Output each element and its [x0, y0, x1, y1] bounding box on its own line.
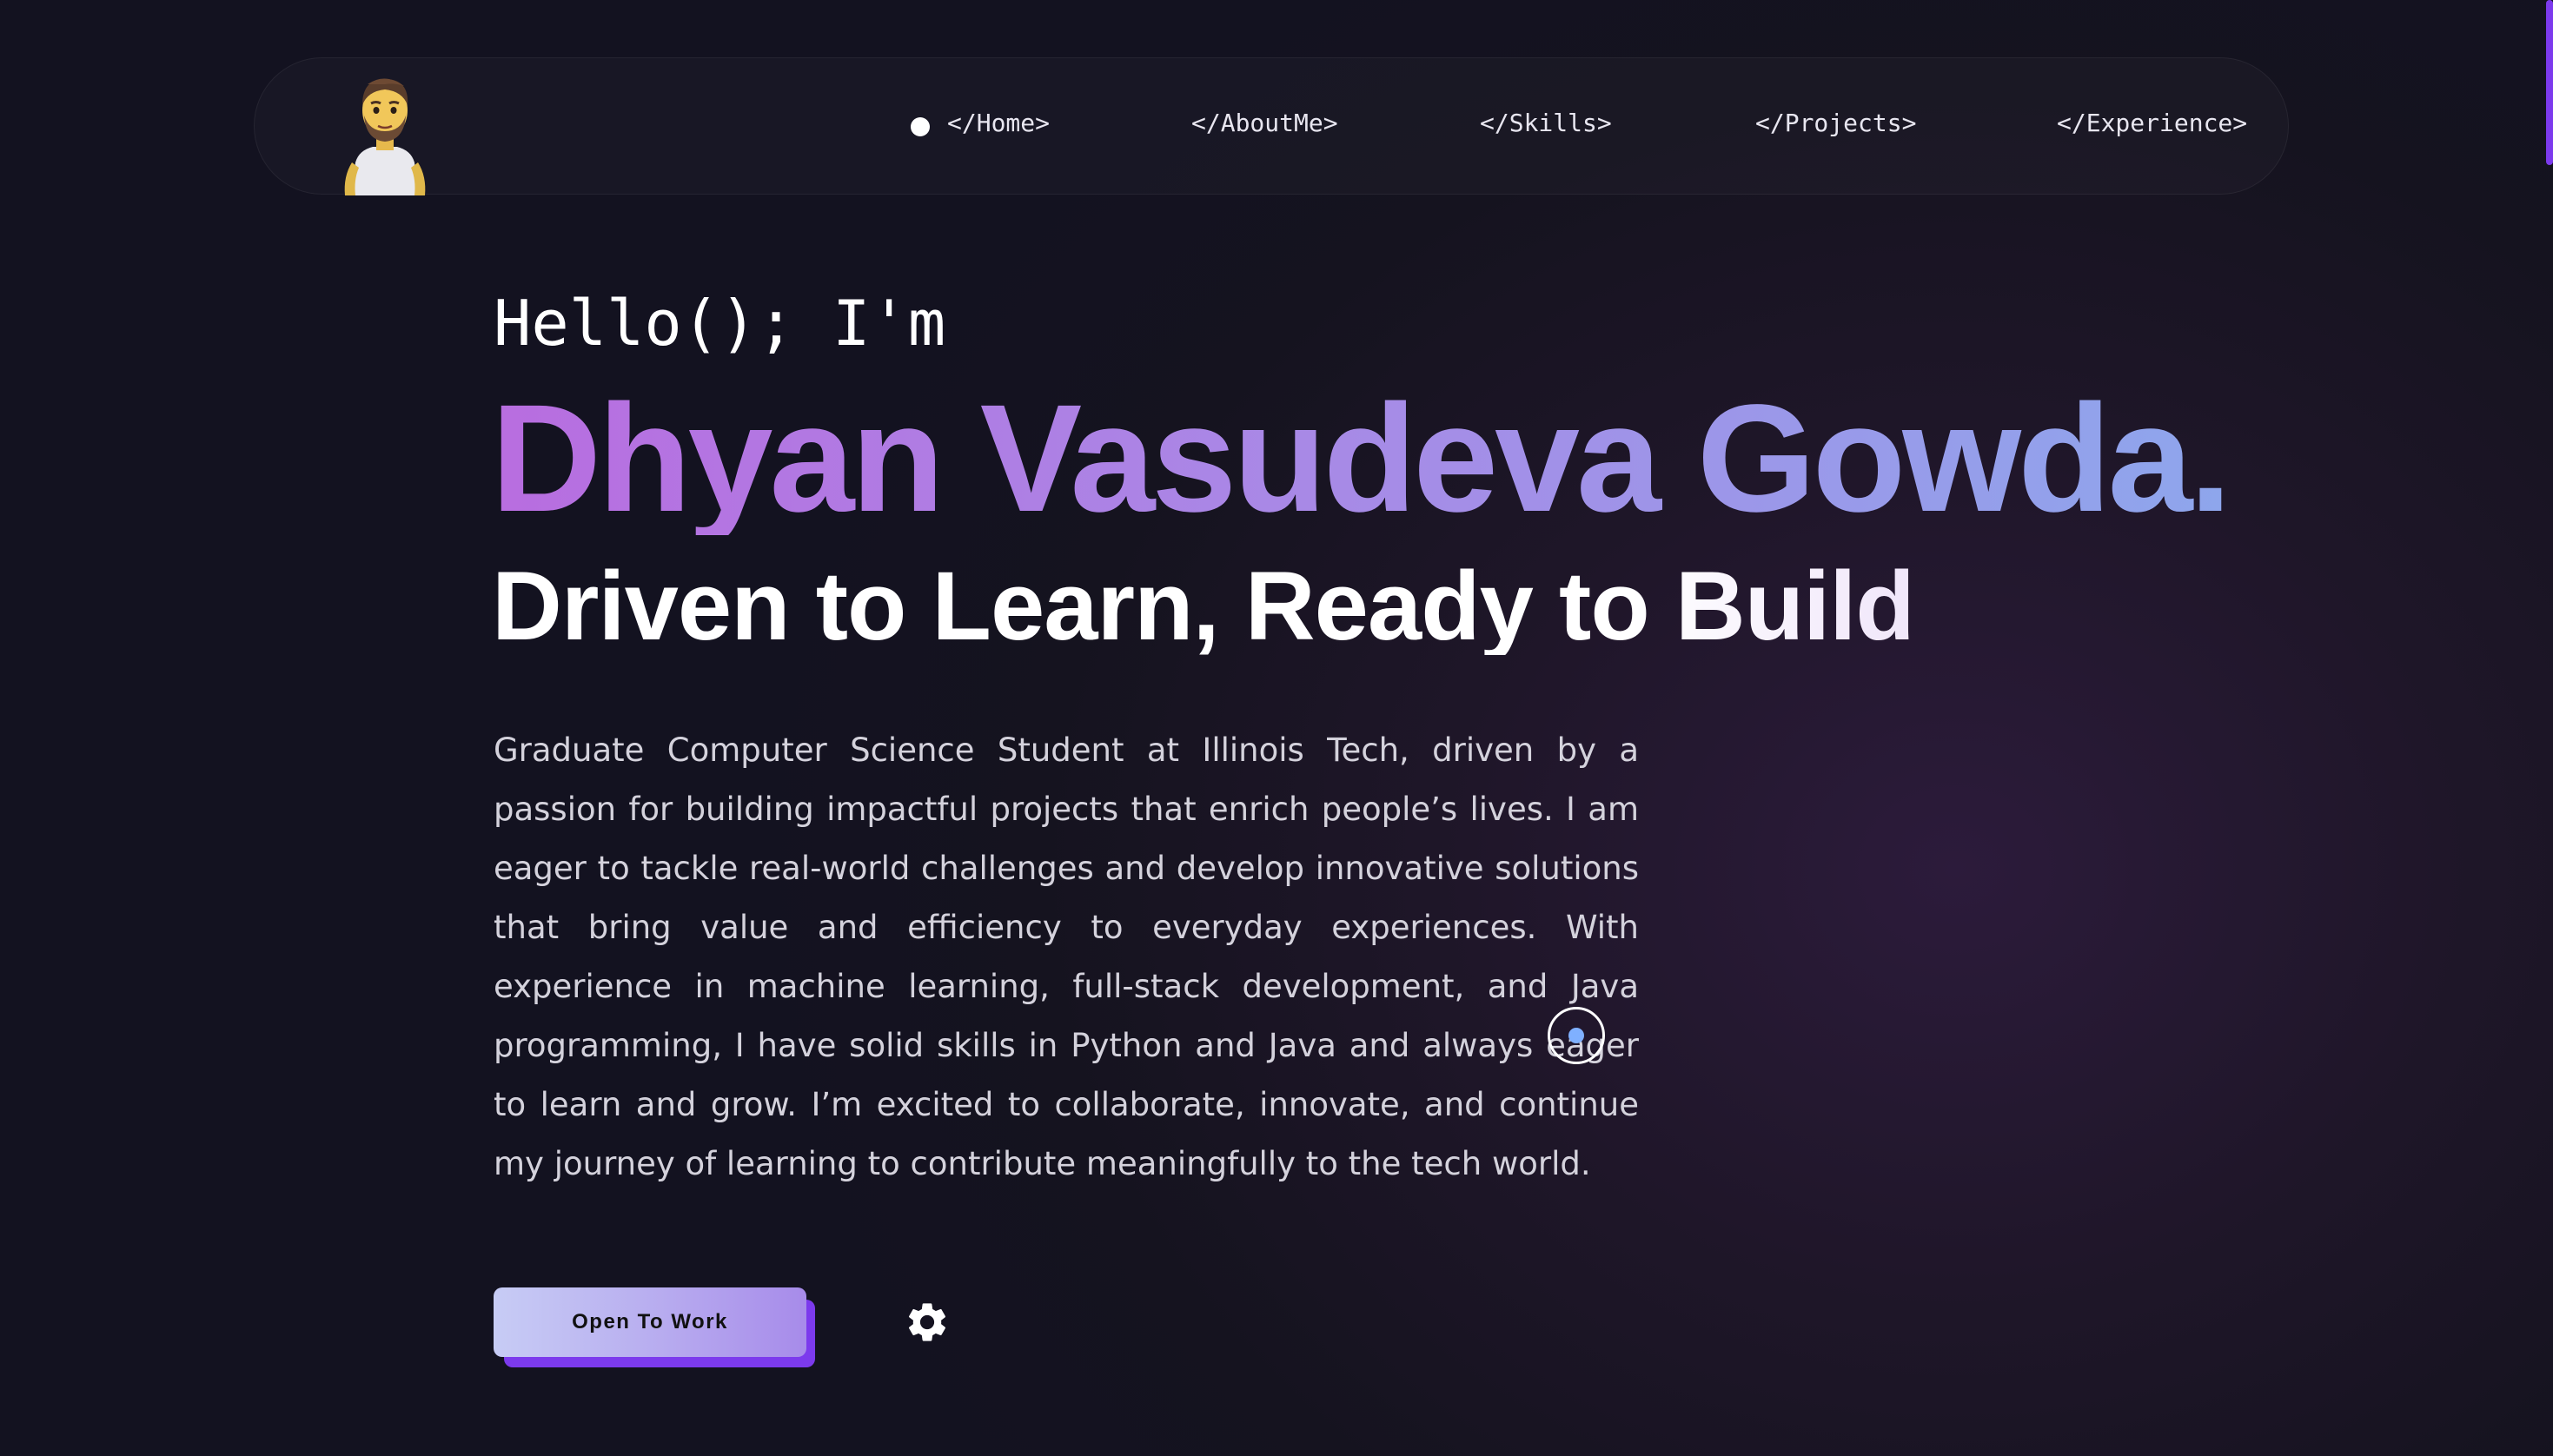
hero-name: Dhyan Vasudeva Gowda. — [491, 374, 2231, 544]
nav-link-aboutme[interactable]: </AboutMe> — [1191, 109, 1338, 137]
active-indicator-dot — [911, 117, 930, 136]
settings-button[interactable] — [904, 1299, 951, 1346]
open-to-work-button[interactable]: Open To Work — [494, 1287, 806, 1357]
open-to-work-button-wrapper: Open To Work — [494, 1287, 817, 1367]
greeting-text: Hello(); I'm — [494, 287, 946, 360]
nav-link-skills[interactable]: </Skills> — [1480, 109, 1612, 137]
custom-cursor-dot — [1568, 1028, 1584, 1043]
gear-icon — [908, 1303, 946, 1341]
nav-links: </Home> </AboutMe> </Skills> </Projects>… — [255, 58, 2288, 194]
top-navbar: </Home> </AboutMe> </Skills> </Projects>… — [254, 57, 2289, 195]
nav-link-experience[interactable]: </Experience> — [2057, 109, 2247, 137]
nav-link-projects[interactable]: </Projects> — [1755, 109, 1916, 137]
hero-bio: Graduate Computer Science Student at Ill… — [494, 731, 1639, 1182]
scrollbar-thumb[interactable] — [2546, 0, 2553, 165]
hero-tagline: Driven to Learn, Ready to Build — [492, 552, 1915, 660]
nav-link-home[interactable]: </Home> — [947, 109, 1050, 137]
